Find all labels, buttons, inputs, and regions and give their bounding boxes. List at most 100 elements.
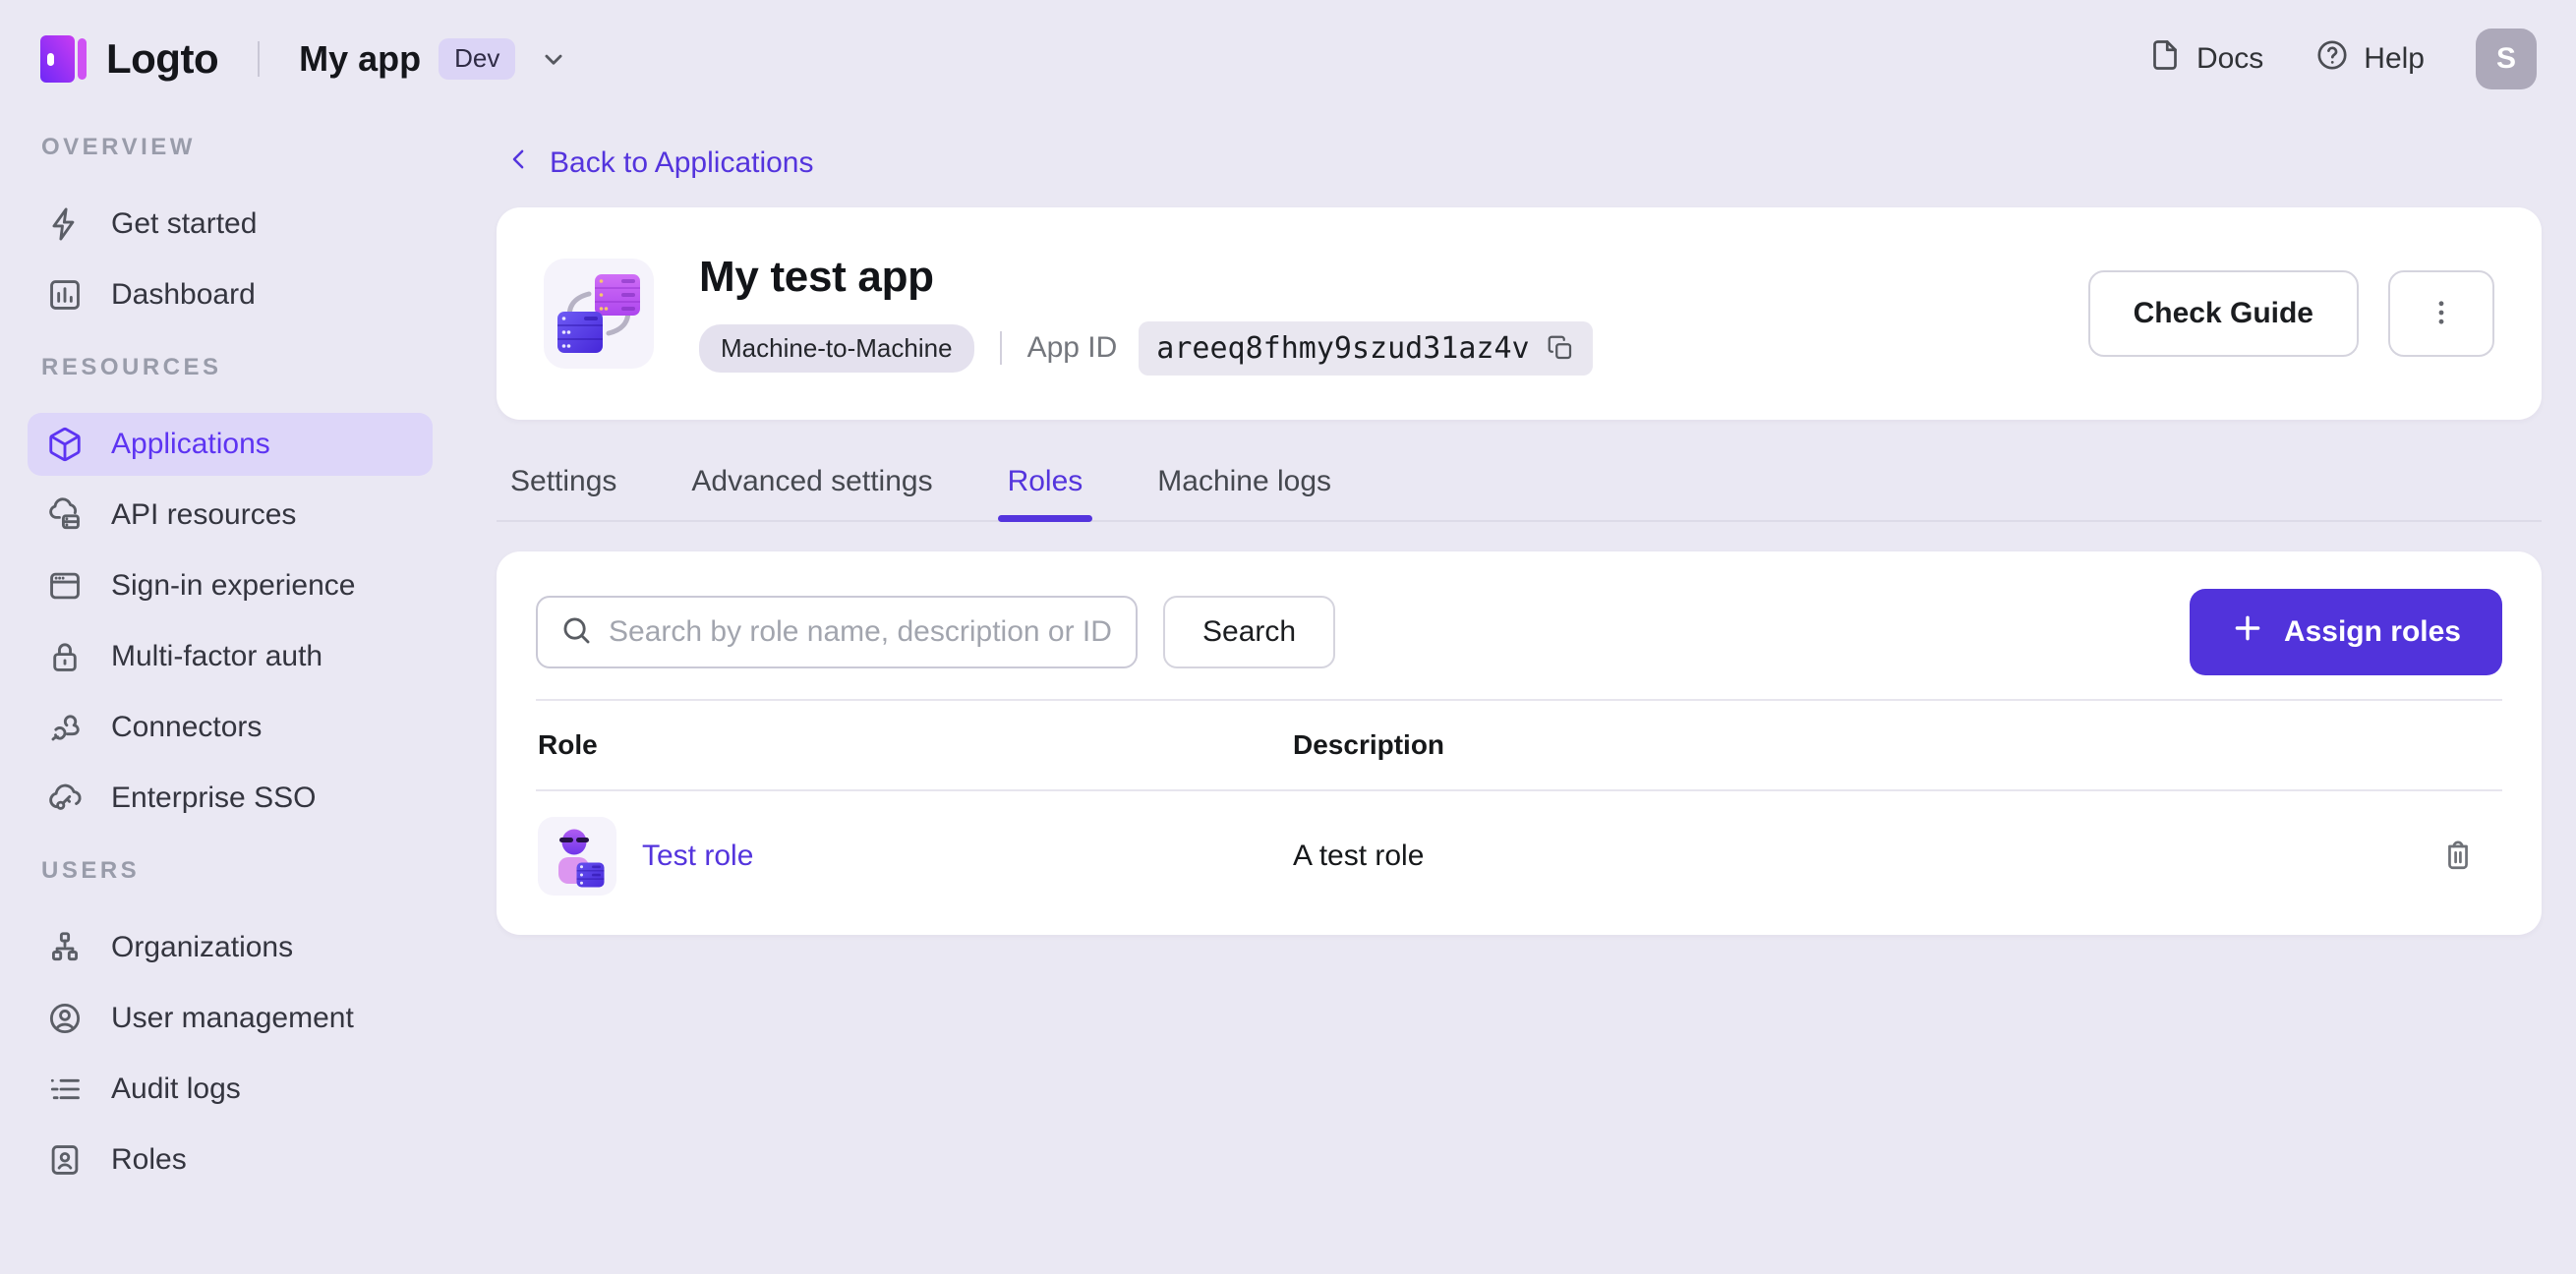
table-row[interactable]: Test role A test role — [536, 791, 2502, 921]
app-id-chip[interactable]: areeq8fhmy9szud31az4v — [1139, 320, 1593, 376]
sidebar-item-label: Sign-in experience — [111, 569, 356, 602]
sidebar-item-enterprise-sso[interactable]: Enterprise SSO — [28, 767, 433, 830]
sidebar-item-multi-factor-auth[interactable]: Multi-factor auth — [28, 625, 433, 688]
sidebar-item-roles[interactable]: Roles — [28, 1129, 433, 1191]
tab-settings[interactable]: Settings — [508, 459, 618, 520]
role-search-input[interactable] — [609, 615, 1114, 649]
assign-roles-label: Assign roles — [2283, 615, 2461, 648]
sidebar-item-label: User management — [111, 1002, 354, 1034]
id-card-icon — [46, 1141, 84, 1179]
sidebar-item-audit-logs[interactable]: Audit logs — [28, 1058, 433, 1121]
logto-brand[interactable]: Logto — [39, 32, 219, 86]
app-meta-row: Machine-to-Machine App ID areeq8fhmy9szu… — [699, 320, 1593, 376]
help-label: Help — [2364, 42, 2425, 75]
tab-machine-logs[interactable]: Machine logs — [1155, 459, 1333, 520]
app-id-label: App ID — [1026, 331, 1118, 364]
sidebar-item-sign-in-experience[interactable]: Sign-in experience — [28, 554, 433, 617]
chevron-left-icon — [504, 145, 534, 182]
sidebar-item-applications[interactable]: Applications — [28, 413, 433, 476]
sidebar-item-label: Audit logs — [111, 1072, 241, 1105]
role-search-box[interactable] — [536, 596, 1138, 668]
machine-to-machine-app-icon — [544, 259, 654, 369]
header-actions: Check Guide — [2087, 270, 2494, 357]
docs-label: Docs — [2195, 42, 2264, 75]
sidebar-item-label: Multi-factor auth — [111, 640, 323, 672]
top-bar: Logto My app Dev Docs Help S — [0, 0, 2576, 118]
sidebar-section-users: USERS — [41, 857, 141, 884]
app-id-value: areeq8fhmy9szud31az4v — [1156, 330, 1530, 366]
project-name: My app — [299, 38, 422, 79]
sidebar-item-user-management[interactable]: User management — [28, 987, 433, 1050]
question-circle-icon — [2314, 37, 2350, 81]
trash-icon — [2440, 838, 2476, 876]
cube-icon — [46, 426, 84, 463]
app-detail-tabs: Settings Advanced settings Roles Machine… — [497, 459, 2542, 522]
more-actions-button[interactable] — [2388, 270, 2494, 357]
search-icon — [559, 613, 593, 652]
document-icon — [2147, 37, 2183, 81]
column-header-description: Description — [1293, 729, 1445, 760]
logto-logo-icon — [39, 32, 88, 86]
sidebar-item-connectors[interactable]: Connectors — [28, 696, 433, 759]
sidebar-item-label: Get started — [111, 207, 258, 240]
copy-icon[interactable] — [1546, 333, 1575, 363]
main-content: Back to Applications My test app Machine… — [497, 118, 2576, 1274]
sidebar-item-label: Dashboard — [111, 278, 256, 311]
sidebar-item-organizations[interactable]: Organizations — [28, 916, 433, 979]
app-type-badge: Machine-to-Machine — [699, 323, 974, 373]
list-icon — [46, 1071, 84, 1108]
sidebar-item-api-resources[interactable]: API resources — [28, 484, 433, 547]
sidebar-item-label: Roles — [111, 1143, 187, 1176]
tab-advanced-settings[interactable]: Advanced settings — [689, 459, 934, 520]
app-info: My test app Machine-to-Machine App ID ar… — [699, 253, 1593, 376]
sidebar-item-label: Connectors — [111, 711, 263, 743]
role-description-cell: A test role — [1293, 840, 1425, 872]
avatar-initial: S — [2495, 42, 2516, 75]
browser-icon — [46, 567, 84, 605]
roles-table-header: Role Description — [536, 699, 2502, 791]
role-name-link[interactable]: Test role — [642, 840, 753, 873]
plus-icon — [2231, 611, 2264, 653]
app-title: My test app — [699, 252, 934, 301]
back-to-applications-link[interactable]: Back to Applications — [504, 145, 814, 182]
project-switcher[interactable]: My app Dev — [299, 38, 570, 80]
sidebar-item-get-started[interactable]: Get started — [28, 193, 433, 256]
sidebar-item-dashboard[interactable]: Dashboard — [28, 263, 433, 326]
topbar-divider — [258, 41, 261, 77]
cloud-box-icon — [46, 496, 84, 534]
back-link-label: Back to Applications — [550, 146, 814, 179]
chevron-down-icon — [537, 42, 570, 76]
m2m-role-icon — [538, 817, 616, 896]
roles-table: Role Description Test role A test role — [536, 699, 2502, 921]
cloud-key-icon — [46, 780, 84, 817]
role-cell: Test role — [536, 817, 1293, 896]
roles-panel: Search Assign roles Role Description — [497, 551, 2542, 935]
sidebar-item-label: Organizations — [111, 931, 294, 963]
tab-roles[interactable]: Roles — [997, 459, 1092, 522]
role-actions-cell — [2414, 829, 2502, 884]
sidebar-item-label: Applications — [111, 428, 270, 460]
connectors-icon — [46, 709, 84, 746]
sidebar-section-overview: OVERVIEW — [41, 134, 196, 160]
delete-role-button[interactable] — [2430, 829, 2486, 884]
help-button[interactable]: Help — [2314, 37, 2425, 81]
user-circle-icon — [46, 1000, 84, 1037]
app-header-card: My test app Machine-to-Machine App ID ar… — [497, 207, 2542, 420]
user-avatar[interactable]: S — [2476, 29, 2537, 89]
bar-chart-icon — [46, 276, 84, 314]
kebab-icon — [2425, 296, 2458, 332]
docs-button[interactable]: Docs — [2147, 37, 2263, 81]
lock-icon — [46, 638, 84, 675]
topbar-right: Docs Help S — [2147, 29, 2537, 89]
meta-divider — [999, 331, 1002, 365]
sidebar-section-resources: RESOURCES — [41, 354, 222, 380]
app-screen: Logto My app Dev Docs Help S OVERVIEW Ge… — [0, 0, 2576, 1274]
column-header-role: Role — [538, 729, 598, 760]
lightning-icon — [46, 205, 84, 243]
assign-roles-button[interactable]: Assign roles — [2189, 589, 2502, 675]
search-button[interactable]: Search — [1163, 596, 1336, 668]
env-badge: Dev — [439, 38, 516, 80]
check-guide-button[interactable]: Check Guide — [2087, 270, 2359, 357]
sidebar-item-label: Enterprise SSO — [111, 782, 317, 814]
roles-toolbar: Search Assign roles — [536, 589, 2502, 675]
